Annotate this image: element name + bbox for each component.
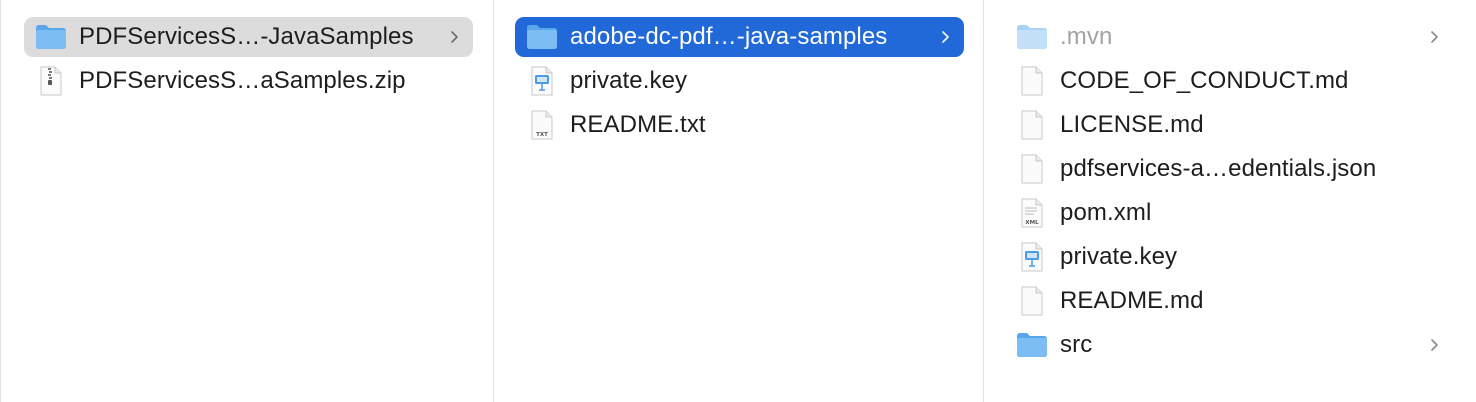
chevron-right-icon bbox=[445, 30, 465, 44]
file-badge: TXT bbox=[536, 132, 548, 138]
column-3[interactable]: .mvn CODE_OF_CONDUCT.md LICENSE.md pdfse… bbox=[984, 0, 1476, 402]
item-label: pom.xml bbox=[1060, 199, 1152, 226]
folder-icon bbox=[1015, 328, 1049, 362]
item-label: CODE_OF_CONDUCT.md bbox=[1060, 67, 1349, 94]
list-item-file[interactable]: README.md bbox=[1013, 281, 1453, 321]
chevron-right-icon bbox=[936, 30, 956, 44]
item-label: README.txt bbox=[570, 111, 706, 138]
document-icon bbox=[1015, 152, 1049, 186]
item-label: pdfservices-a…edentials.json bbox=[1060, 155, 1377, 182]
column-1[interactable]: PDFServicesS…-JavaSamples PDFServicesS…a… bbox=[1, 0, 494, 402]
item-label: private.key bbox=[1060, 243, 1178, 270]
item-label: .mvn bbox=[1060, 23, 1113, 50]
list-item-folder[interactable]: PDFServicesS…-JavaSamples bbox=[24, 17, 473, 57]
list-item-file[interactable]: PDFServicesS…aSamples.zip bbox=[24, 61, 473, 101]
list-item-file[interactable]: private.key bbox=[515, 61, 964, 101]
document-icon bbox=[1015, 108, 1049, 142]
folder-icon bbox=[34, 20, 68, 54]
item-label: private.key bbox=[570, 67, 688, 94]
keynote-file-icon bbox=[525, 64, 559, 98]
list-item-folder[interactable]: adobe-dc-pdf…-java-samples bbox=[515, 17, 964, 57]
finder-column-browser: PDFServicesS…-JavaSamples PDFServicesS…a… bbox=[0, 0, 1476, 402]
item-label: PDFServicesS…aSamples.zip bbox=[79, 67, 406, 94]
item-label: README.md bbox=[1060, 287, 1204, 314]
txt-file-icon: TXT bbox=[525, 108, 559, 142]
chevron-right-icon bbox=[1425, 30, 1445, 44]
folder-icon bbox=[525, 20, 559, 54]
list-item-folder[interactable]: .mvn bbox=[1013, 17, 1453, 57]
document-icon bbox=[1015, 64, 1049, 98]
column-2[interactable]: adobe-dc-pdf…-java-samples private.key T… bbox=[494, 0, 984, 402]
zip-file-icon bbox=[34, 64, 68, 98]
item-label: PDFServicesS…-JavaSamples bbox=[79, 23, 414, 50]
list-item-file[interactable]: pdfservices-a…edentials.json bbox=[1013, 149, 1453, 189]
item-label: adobe-dc-pdf…-java-samples bbox=[570, 23, 888, 50]
list-item-file[interactable]: LICENSE.md bbox=[1013, 105, 1453, 145]
chevron-right-icon bbox=[1425, 338, 1445, 352]
item-label: src bbox=[1060, 331, 1093, 358]
list-item-folder[interactable]: src bbox=[1013, 325, 1453, 365]
list-item-file[interactable]: private.key bbox=[1013, 237, 1453, 277]
list-item-file[interactable]: TXT README.txt bbox=[515, 105, 964, 145]
list-item-file[interactable]: XML pom.xml bbox=[1013, 193, 1453, 233]
item-label: LICENSE.md bbox=[1060, 111, 1204, 138]
file-badge: XML bbox=[1025, 220, 1039, 226]
document-icon bbox=[1015, 284, 1049, 318]
keynote-file-icon bbox=[1015, 240, 1049, 274]
xml-file-icon: XML bbox=[1015, 196, 1049, 230]
list-item-file[interactable]: CODE_OF_CONDUCT.md bbox=[1013, 61, 1453, 101]
hidden-folder-icon bbox=[1015, 20, 1049, 54]
